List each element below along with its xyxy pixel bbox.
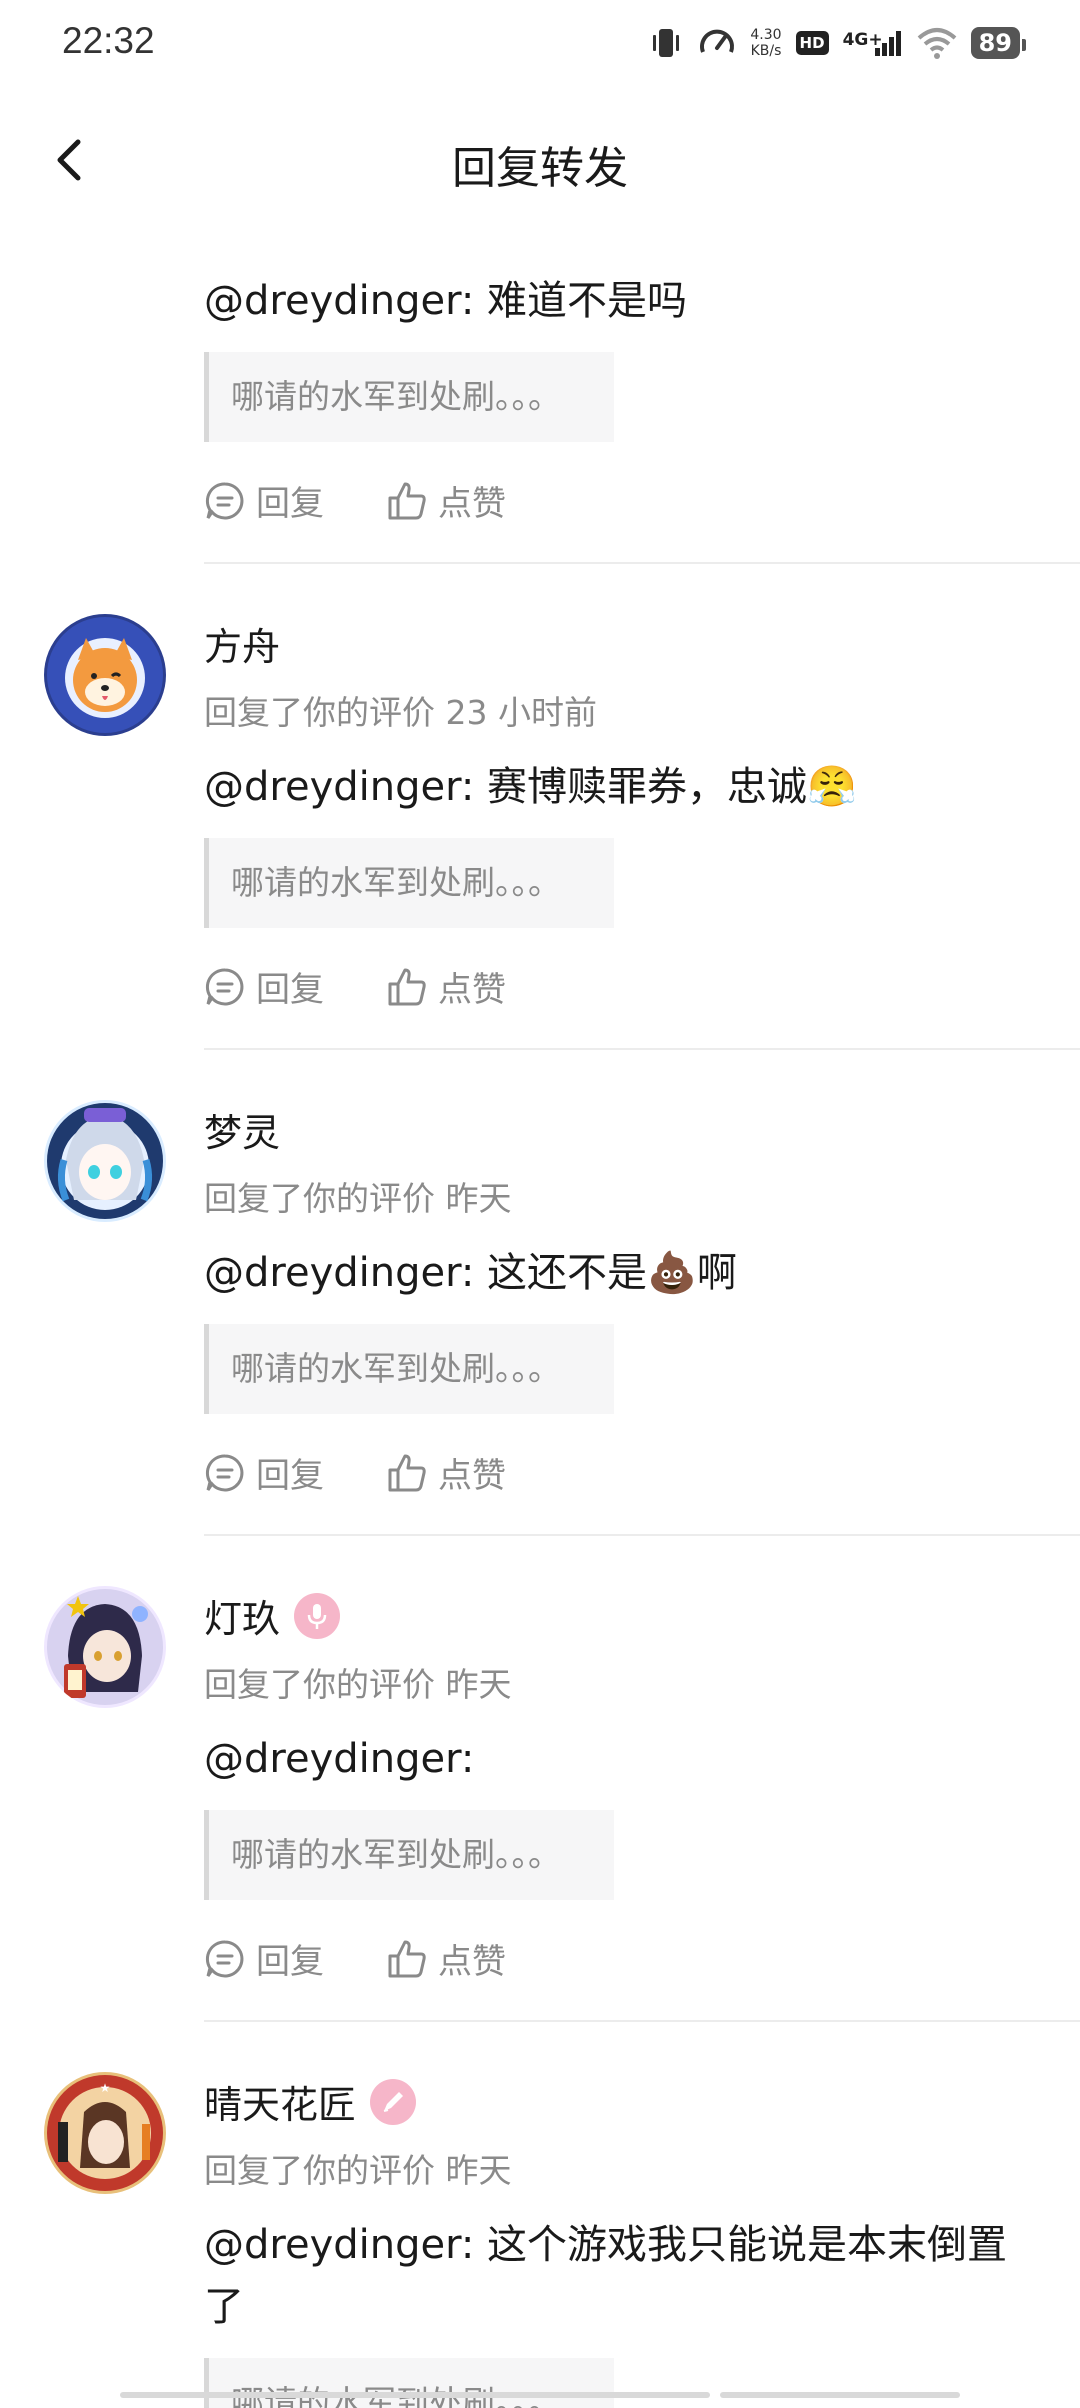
app-header: 回复转发: [0, 90, 1080, 240]
reply-actions: 回复 点赞: [204, 476, 506, 525]
reply-button[interactable]: 回复: [204, 1448, 324, 1497]
thumbs-up-icon: [388, 1454, 426, 1491]
reply-button-label: 回复: [256, 1942, 324, 1982]
page-title: 回复转发: [452, 143, 628, 194]
quoted-review[interactable]: 哪请的水军到处刷。。。: [204, 1324, 614, 1414]
reply-message: @dreydinger:: [204, 1736, 475, 1782]
like-button[interactable]: 点赞: [386, 476, 506, 525]
comment-icon: [205, 1453, 244, 1491]
quoted-review[interactable]: 哪请的水军到处刷。。。: [204, 352, 614, 442]
avatar[interactable]: [44, 1100, 166, 1222]
reply-meta: 回复了你的评价 昨天: [204, 2151, 512, 2190]
reply-meta: 回复了你的评价 昨天: [204, 1179, 512, 1218]
like-button[interactable]: 点赞: [386, 962, 506, 1011]
avatar-image: [47, 1103, 163, 1219]
network-type: 4G+: [842, 30, 883, 50]
thumbs-up-icon: [388, 968, 426, 1005]
reply-meta: 回复了你的评价 昨天: [204, 1665, 512, 1704]
reply-actions: 回复 点赞: [204, 962, 506, 1011]
reply-button[interactable]: 回复: [204, 1934, 324, 1983]
reply-message: @dreydinger: 赛博赎罪券，忠诚😤: [204, 764, 857, 810]
svg-text:★: ★: [100, 2081, 111, 2095]
reply-item: 灯玖 回复了你的评价 昨天 @dreydinger: 哪请的水军到处刷。。。 回…: [0, 1536, 1080, 2022]
quoted-review[interactable]: 哪请的水军到处刷。。。: [204, 838, 614, 928]
comment-icon: [205, 967, 244, 1005]
vibrate-icon: [653, 29, 680, 57]
reply-item: ★ 晴天花匠 回复了你的评价 昨天 @dreydinger: 这个游戏我只能说是…: [0, 2022, 1080, 2408]
status-icons: 4.30 KB/s HD 4G+ 89: [648, 20, 1027, 66]
reply-meta: 回复了你的评价 23 小时前: [204, 693, 597, 732]
gesture-bar: [120, 2392, 960, 2400]
thumbs-up-icon: [388, 482, 426, 519]
thumbs-up-icon: [388, 1940, 426, 1977]
gesture-bar-segment: [120, 2392, 710, 2398]
like-button-label: 点赞: [438, 484, 506, 524]
reply-actions: 回复 点赞: [204, 1934, 506, 1983]
reply-actions: 回复 点赞: [204, 1448, 506, 1497]
like-button[interactable]: 点赞: [386, 1934, 506, 1983]
comment-icon: [205, 1939, 244, 1977]
signal-indicator: 4G+: [843, 28, 903, 58]
reply-item: 方舟 回复了你的评价 23 小时前 @dreydinger: 赛博赎罪券，忠诚😤…: [0, 564, 1080, 1050]
user-name[interactable]: 灯玖: [204, 1588, 280, 1643]
avatar[interactable]: [44, 1586, 166, 1708]
gesture-bar-segment: [720, 2392, 960, 2398]
reply-message: @dreydinger: 这个游戏我只能说是本末倒置了: [204, 2222, 1008, 2330]
reply-message: @dreydinger: 这还不是💩啊: [204, 1250, 737, 1296]
user-row: 梦灵: [204, 1102, 280, 1157]
user-name[interactable]: 晴天花匠: [204, 2074, 356, 2129]
avatar-image: ★: [47, 2075, 163, 2191]
reply-button-label: 回复: [256, 970, 324, 1010]
like-button-label: 点赞: [438, 970, 506, 1010]
status-time: 22:32: [62, 20, 155, 61]
speedometer-icon: [700, 29, 735, 53]
user-row: 灯玖: [204, 1588, 341, 1643]
user-name[interactable]: 梦灵: [204, 1102, 280, 1157]
reply-button-label: 回复: [256, 484, 324, 524]
network-speed: 4.30 KB/s: [750, 27, 782, 59]
battery-indicator: 89: [970, 27, 1027, 59]
wifi-icon: [917, 28, 956, 59]
avatar-image: [47, 617, 163, 733]
reply-item: @dreydinger: 难道不是吗 哪请的水军到处刷。。。 回复 点赞: [0, 240, 1080, 564]
avatar[interactable]: [44, 614, 166, 736]
pencil-badge-icon: [383, 2091, 404, 2112]
quoted-review[interactable]: 哪请的水军到处刷。。。: [204, 2358, 614, 2408]
like-button[interactable]: 点赞: [386, 1448, 506, 1497]
user-badge: [294, 1592, 341, 1639]
user-row: 方舟: [204, 616, 280, 671]
reply-button[interactable]: 回复: [204, 476, 324, 525]
like-button-label: 点赞: [438, 1456, 506, 1496]
status-bar: 22:32 4.30 KB/s HD 4G+ 89: [0, 0, 1080, 90]
user-row: 晴天花匠: [204, 2074, 417, 2129]
like-button-label: 点赞: [438, 1942, 506, 1982]
user-name[interactable]: 方舟: [204, 616, 280, 671]
hd-badge: HD: [795, 31, 829, 55]
reply-button-label: 回复: [256, 1456, 324, 1496]
reply-button[interactable]: 回复: [204, 962, 324, 1011]
reply-message: @dreydinger: 难道不是吗: [204, 278, 688, 324]
quoted-review[interactable]: 哪请的水军到处刷。。。: [204, 1810, 614, 1900]
avatar-image: [47, 1589, 163, 1705]
microphone-badge-icon: [307, 1603, 327, 1629]
reply-item: 梦灵 回复了你的评价 昨天 @dreydinger: 这还不是💩啊 哪请的水军到…: [0, 1050, 1080, 1536]
user-badge: [370, 2078, 417, 2125]
comment-icon: [205, 481, 244, 519]
avatar[interactable]: ★: [44, 2072, 166, 2194]
